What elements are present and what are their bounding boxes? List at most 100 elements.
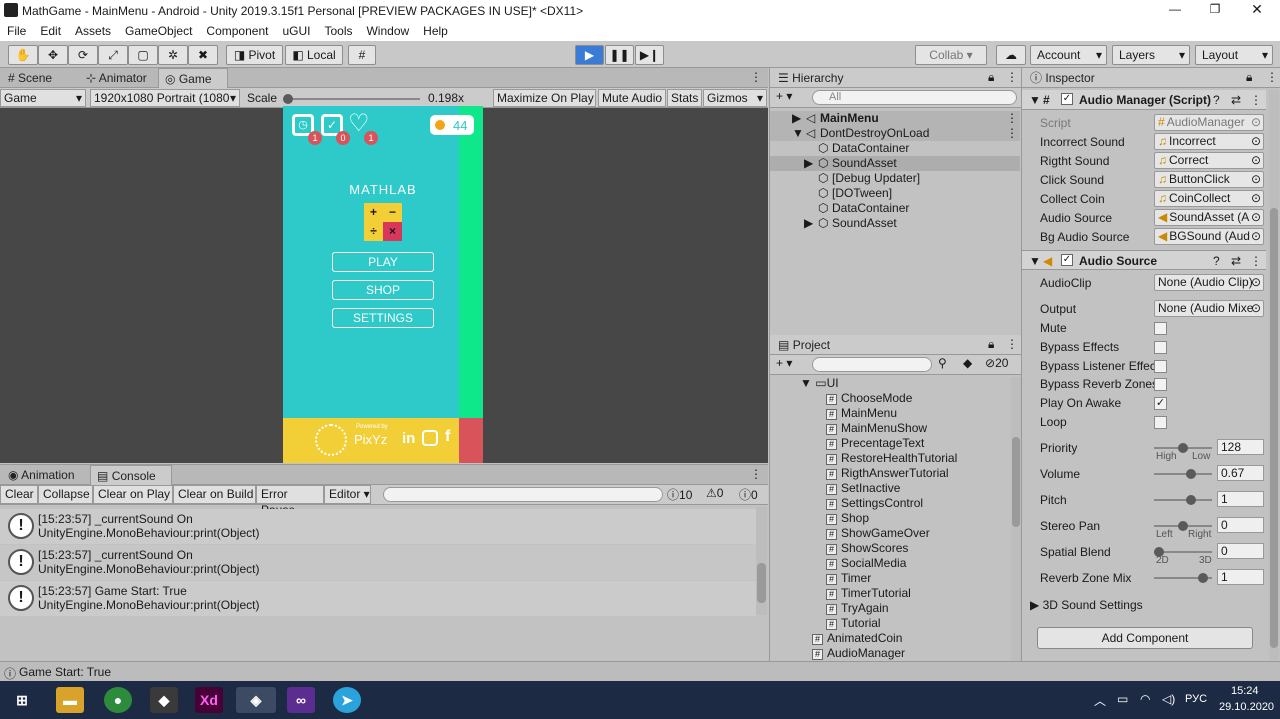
menu-item-help[interactable]: Help bbox=[423, 24, 448, 38]
tab-scene[interactable]: # Scene bbox=[2, 68, 58, 88]
slider-knob[interactable] bbox=[1178, 521, 1188, 531]
tab-inspector[interactable]: ⓘ Inspector bbox=[1024, 68, 1101, 88]
console-clear-on-build-button[interactable]: Clear on Build bbox=[173, 485, 256, 504]
slider-knob[interactable] bbox=[1197, 573, 1208, 583]
slider-value-field[interactable]: 0 bbox=[1217, 543, 1264, 559]
object-picker-icon[interactable]: ⊙ bbox=[1251, 191, 1261, 206]
more-icon[interactable]: ⋮ bbox=[1006, 111, 1018, 126]
play-button[interactable]: ▶ bbox=[575, 45, 604, 65]
facebook-icon[interactable]: f bbox=[445, 428, 450, 446]
clock-date[interactable]: 29.10.2020 bbox=[1219, 701, 1274, 713]
audioclip-field[interactable]: None (Audio Clip) ⊙ bbox=[1154, 274, 1264, 291]
tab-project[interactable]: ▤ Project bbox=[772, 335, 836, 355]
foldout-arrow-icon[interactable]: ▼ bbox=[792, 126, 804, 141]
component-enabled-checkbox[interactable]: ✓ bbox=[1061, 254, 1073, 266]
project-script-item[interactable]: # ShowScores bbox=[826, 541, 908, 556]
object-field[interactable]: ♫ ButtonClick ⊙ bbox=[1154, 171, 1264, 188]
object-field[interactable]: # AudioManager ⊙ bbox=[1154, 114, 1264, 131]
scale-slider-knob[interactable] bbox=[283, 94, 293, 104]
play-game-button[interactable]: PLAY bbox=[332, 252, 434, 272]
layout-dropdown[interactable]: Layout ▾ bbox=[1195, 45, 1273, 65]
toggle-checkbox[interactable] bbox=[1154, 359, 1167, 373]
lock-icon[interactable]: 🔒︎ bbox=[988, 337, 994, 352]
visual-studio-icon[interactable]: ∞ bbox=[287, 687, 315, 713]
project-scrollbar[interactable] bbox=[1011, 377, 1021, 661]
tab-hierarchy[interactable]: ☰ Hierarchy bbox=[772, 68, 849, 88]
pivot-toggle-button[interactable]: ◨ Pivot bbox=[226, 45, 283, 65]
clock-time[interactable]: 15:24 bbox=[1231, 685, 1259, 697]
project-search-input[interactable] bbox=[812, 357, 932, 372]
minimize-button[interactable]: — bbox=[1160, 2, 1190, 16]
menu-item-component[interactable]: Component bbox=[206, 24, 268, 38]
tab-console[interactable]: ▤ Console bbox=[90, 465, 172, 485]
project-script-item[interactable]: # SettingsControl bbox=[826, 496, 923, 511]
console-collapse-button[interactable]: Collapse bbox=[38, 485, 93, 504]
object-picker-icon[interactable]: ⊙ bbox=[1251, 275, 1261, 290]
menu-item-edit[interactable]: Edit bbox=[40, 24, 61, 38]
hidden-count-icon[interactable]: ⊘20 bbox=[985, 356, 1008, 370]
slider-track[interactable] bbox=[1154, 495, 1212, 505]
tab-game[interactable]: ◎ Game bbox=[158, 68, 228, 88]
console-clear-on-play-button[interactable]: Clear on Play bbox=[93, 485, 173, 504]
resolution-dropdown[interactable]: 1920x1080 Portrait (1080 ▾ bbox=[90, 89, 240, 107]
rect-tool-button[interactable]: ▢ bbox=[128, 45, 158, 65]
lock-icon[interactable]: 🔒︎ bbox=[1246, 70, 1252, 85]
lock-icon[interactable]: 🔒︎ bbox=[988, 70, 994, 85]
preset-icon[interactable]: ⇄ bbox=[1231, 93, 1241, 107]
project-script-item[interactable]: # SetInactive bbox=[826, 481, 900, 496]
foldout-arrow-icon[interactable]: ▶ bbox=[804, 156, 813, 171]
battery-icon[interactable]: ▭ bbox=[1117, 692, 1128, 706]
hand-tool-button[interactable]: ✋ bbox=[8, 45, 38, 65]
windows-start-icon[interactable]: ⊞ bbox=[8, 687, 36, 713]
hierarchy-item[interactable]: ▶ ⬡ SoundAsset bbox=[770, 156, 1020, 171]
project-script-item[interactable]: # RigthAnswerTutorial bbox=[826, 466, 949, 481]
instagram-icon[interactable] bbox=[422, 430, 438, 446]
object-field[interactable]: ◀ BGSound (Aud ⊙ bbox=[1154, 228, 1264, 245]
maximize-button[interactable]: ❐ bbox=[1200, 2, 1230, 16]
tab-animator[interactable]: ⊹ Animator bbox=[80, 68, 153, 88]
slider-track[interactable] bbox=[1154, 443, 1212, 453]
hierarchy-item[interactable]: ⬡ [DOTween] bbox=[770, 186, 1020, 201]
layers-dropdown[interactable]: Layers ▾ bbox=[1112, 45, 1190, 65]
slider-value-field[interactable]: 1 bbox=[1217, 491, 1264, 507]
hierarchy-item[interactable]: ▼ ◁ DontDestroyOnLoad ⋮ bbox=[770, 126, 1020, 141]
toggle-checkbox[interactable] bbox=[1154, 416, 1167, 429]
object-field[interactable]: ♫ Correct ⊙ bbox=[1154, 152, 1264, 169]
more-icon[interactable]: ⋮ bbox=[1006, 126, 1018, 141]
cloud-button[interactable]: ☁ bbox=[996, 45, 1026, 65]
slider-track[interactable] bbox=[1154, 573, 1212, 583]
console-entry[interactable]: ! [15:23:57] _currentSound On UnityEngine.… bbox=[0, 545, 756, 580]
language-indicator[interactable]: РУС bbox=[1185, 693, 1207, 705]
project-script-item[interactable]: # Shop bbox=[826, 511, 869, 526]
project-script-item[interactable]: # Timer bbox=[826, 571, 871, 586]
object-picker-icon[interactable]: ⊙ bbox=[1251, 229, 1261, 244]
tab-animation[interactable]: ◉ Animation bbox=[2, 465, 81, 485]
custom-tool-button[interactable]: ✖ bbox=[188, 45, 218, 65]
mute-audio-toggle[interactable]: Mute Audio bbox=[598, 89, 666, 107]
help-icon[interactable]: ? bbox=[1213, 93, 1220, 107]
object-picker-icon[interactable]: ⊙ bbox=[1251, 115, 1261, 130]
object-picker-icon[interactable]: ⊙ bbox=[1251, 301, 1261, 316]
console-entry[interactable]: ! [15:23:57] Game Start: True UnityEngine.… bbox=[0, 581, 756, 616]
more-icon[interactable]: ⋮ bbox=[1006, 337, 1018, 351]
file-explorer-icon[interactable]: ▬ bbox=[56, 687, 84, 713]
hierarchy-item[interactable]: ▶ ⬡ SoundAsset bbox=[770, 216, 1020, 231]
object-picker-icon[interactable]: ⊙ bbox=[1251, 153, 1261, 168]
scale-tool-button[interactable]: ⤢ bbox=[98, 45, 128, 65]
wifi-icon[interactable]: ◠ bbox=[1140, 692, 1150, 706]
console-error-pause-button[interactable]: Error Pause bbox=[256, 485, 324, 517]
more-icon[interactable]: ⋮ bbox=[1266, 70, 1278, 84]
menu-item-ugui[interactable]: uGUI bbox=[282, 24, 310, 38]
slider-track[interactable] bbox=[1154, 521, 1212, 531]
move-tool-button[interactable]: ✥ bbox=[38, 45, 68, 65]
more-icon[interactable]: ⋮ bbox=[750, 70, 762, 84]
more-icon[interactable]: ⋮ bbox=[1250, 254, 1262, 268]
audio-manager-header[interactable]: ▼ # ✓ Audio Manager (Script) ? ⇄ ⋮ bbox=[1022, 90, 1266, 110]
project-script-item[interactable]: # RestoreHealthTutorial bbox=[826, 451, 957, 466]
object-picker-icon[interactable]: ⊙ bbox=[1251, 210, 1261, 225]
console-clear-button[interactable]: Clear bbox=[0, 485, 38, 504]
filter-label-icon[interactable]: ◆ bbox=[963, 356, 972, 370]
stats-toggle[interactable]: Stats bbox=[667, 89, 702, 107]
menu-item-gameobject[interactable]: GameObject bbox=[125, 24, 192, 38]
create-dropdown[interactable]: + ▾ bbox=[776, 89, 792, 103]
